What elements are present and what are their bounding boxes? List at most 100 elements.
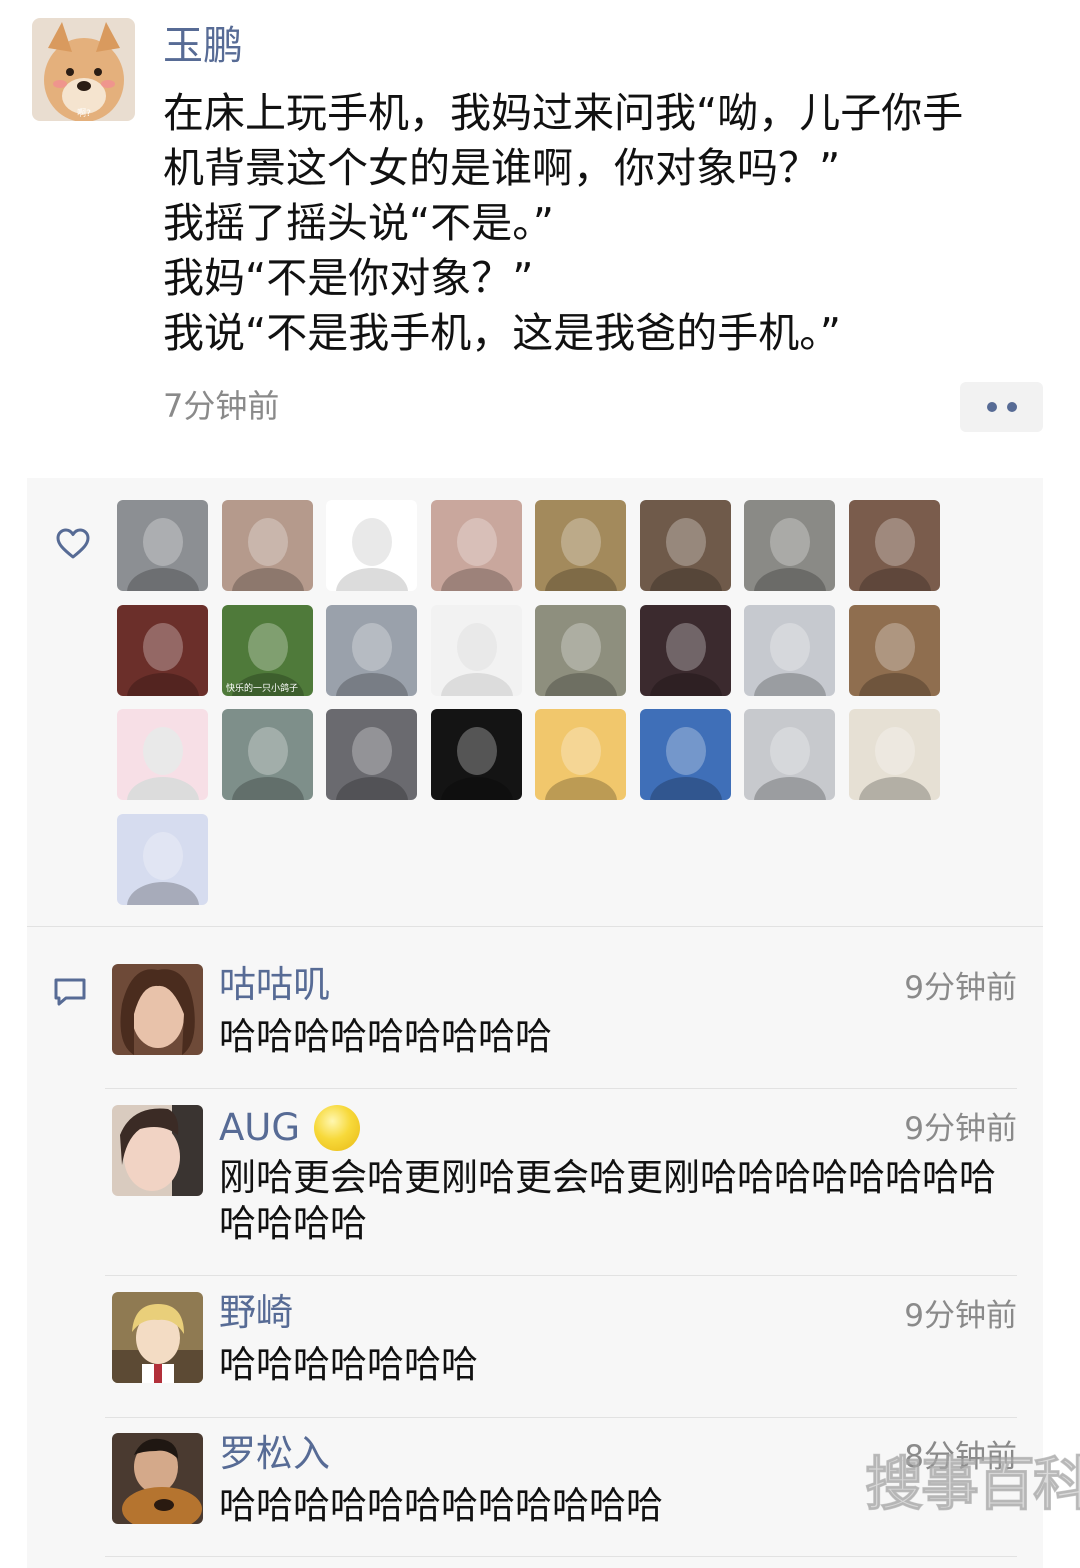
- post-author-name[interactable]: 玉鹏: [163, 22, 243, 70]
- avatar-image: [221, 709, 313, 800]
- post-line: 我妈“不是你对象？”: [163, 254, 534, 302]
- avatar-image: [430, 500, 522, 591]
- comment-time: 9分钟前: [904, 1298, 1017, 1334]
- like-avatar-2[interactable]: [221, 500, 313, 591]
- comment-item[interactable]: 咕咕叽 9分钟前 哈哈哈哈哈哈哈哈哈: [112, 964, 1017, 1074]
- dog-avatar-image: 啊?: [32, 18, 135, 121]
- commenter-name[interactable]: 咕咕叽: [219, 964, 330, 1006]
- more-actions-button[interactable]: [960, 382, 1043, 432]
- comment-separator: [105, 1417, 1017, 1418]
- like-avatar-16[interactable]: [848, 604, 940, 696]
- comment-item[interactable]: 野崎 9分钟前 哈哈哈哈哈哈哈: [112, 1292, 1017, 1402]
- like-avatar-14[interactable]: [639, 604, 731, 696]
- like-avatar-25[interactable]: [117, 813, 208, 905]
- commenter-avatar[interactable]: [112, 1105, 203, 1196]
- comment-time: 9分钟前: [904, 970, 1017, 1006]
- avatar-image: [535, 500, 626, 591]
- sun-emoji-icon: [314, 1105, 361, 1151]
- avatar-image: [112, 1433, 203, 1524]
- commenter-name[interactable]: 罗松入: [219, 1433, 330, 1475]
- like-avatar-1[interactable]: [117, 500, 208, 591]
- avatar-image: [117, 604, 208, 696]
- ellipsis-icon: [986, 402, 997, 412]
- site-watermark: 搜事百科: [864, 1450, 1080, 1518]
- avatar-image: [639, 604, 731, 696]
- separator-line: [105, 1275, 1017, 1276]
- comment-text: 哈哈哈哈哈哈哈哈哈: [219, 1015, 552, 1058]
- like-avatar-13[interactable]: [535, 604, 626, 696]
- separator-line: [105, 1556, 1017, 1557]
- interaction-panel: 快乐的一只小鸽子 咕咕叽 9分钟前 哈哈哈哈哈哈哈哈哈 AUG 9分钟前 刚哈更…: [27, 478, 1043, 1568]
- avatar-image: [848, 500, 940, 591]
- likes-comments-divider: [27, 926, 1043, 927]
- like-avatar-23[interactable]: [744, 709, 835, 800]
- comment-separator: [105, 1088, 1017, 1089]
- avatar-image: [744, 500, 835, 591]
- avatar-image: [112, 964, 203, 1055]
- post-author-avatar[interactable]: 啊?: [32, 18, 135, 121]
- like-avatar-12[interactable]: [430, 604, 522, 696]
- avatar-image: 快乐的一只小鸽子: [221, 604, 313, 696]
- avatar-image: [535, 604, 626, 696]
- likes-avatar-grid: 快乐的一只小鸽子: [117, 500, 957, 905]
- like-avatar-8[interactable]: [848, 500, 940, 591]
- commenter-name-text: 野崎: [219, 1291, 293, 1334]
- post-timestamp: 7分钟前: [163, 387, 280, 425]
- avatar-image: [430, 604, 522, 696]
- avatar-image: [639, 709, 731, 800]
- like-avatar-10[interactable]: 快乐的一只小鸽子: [221, 604, 313, 696]
- like-avatar-11[interactable]: [326, 604, 417, 696]
- like-avatar-7[interactable]: [744, 500, 835, 591]
- avatar-image: [535, 709, 626, 800]
- like-avatar-15[interactable]: [744, 604, 835, 696]
- like-avatar-4[interactable]: [430, 500, 522, 591]
- post-content: 在床上玩手机，我妈过来问我“呦，儿子你手 机背景这个女的是谁啊，你对象吗？” 我…: [163, 86, 1053, 361]
- avatar-image: [848, 709, 940, 800]
- avatar-image: [117, 500, 208, 591]
- like-avatar-3[interactable]: [326, 500, 417, 591]
- comment-time: 9分钟前: [904, 1111, 1017, 1147]
- post-line: 机背景这个女的是谁啊，你对象吗？”: [163, 144, 841, 192]
- like-avatar-17[interactable]: [117, 709, 208, 800]
- avatar-overlay-text: 快乐的一只小鸽子: [226, 682, 298, 694]
- like-avatar-20[interactable]: [430, 709, 522, 800]
- avatar-image: [112, 1292, 203, 1383]
- commenter-avatar[interactable]: [112, 964, 203, 1055]
- avatar-image: [117, 709, 208, 800]
- like-avatar-19[interactable]: [326, 709, 417, 800]
- like-avatar-22[interactable]: [639, 709, 731, 800]
- separator-line: [105, 1088, 1017, 1089]
- like-avatar-6[interactable]: [639, 500, 731, 591]
- comment-separator: [105, 1556, 1017, 1557]
- commenter-name[interactable]: 野崎: [219, 1292, 293, 1334]
- avatar-caption: 啊?: [77, 108, 91, 119]
- comment-separator: [105, 1275, 1017, 1276]
- avatar-image: [221, 500, 313, 591]
- comment-text: 刚哈更会哈更刚哈更会哈更刚哈哈哈哈哈哈哈哈哈哈哈哈: [219, 1156, 996, 1245]
- like-avatar-21[interactable]: [535, 709, 626, 800]
- commenter-name-text: 咕咕叽: [219, 963, 330, 1006]
- commenter-name-text: 罗松入: [219, 1432, 330, 1475]
- comment-text: 哈哈哈哈哈哈哈: [219, 1343, 478, 1386]
- commenter-avatar[interactable]: [112, 1292, 203, 1383]
- post-line: 我摇了摇头说“不是。”: [163, 199, 554, 247]
- avatar-image: [639, 500, 731, 591]
- avatar-image: [744, 604, 835, 696]
- avatar-image: [326, 604, 417, 696]
- commenter-name-text: AUG: [219, 1106, 301, 1149]
- avatar-image: [430, 709, 522, 800]
- avatar-image: [112, 1105, 203, 1196]
- ellipsis-icon: [1006, 402, 1017, 412]
- post-line: 我说“不是我手机，这是我爸的手机。”: [163, 309, 841, 357]
- commenter-avatar[interactable]: [112, 1433, 203, 1524]
- like-avatar-9[interactable]: [117, 604, 208, 696]
- separator-line: [105, 1417, 1017, 1418]
- comment-item[interactable]: AUG 9分钟前 刚哈更会哈更刚哈更会哈更刚哈哈哈哈哈哈哈哈哈哈哈哈: [112, 1105, 1017, 1265]
- avatar-image: [326, 500, 417, 591]
- heart-icon: [56, 528, 90, 559]
- avatar-image: [744, 709, 835, 800]
- like-avatar-5[interactable]: [535, 500, 626, 591]
- like-avatar-24[interactable]: [848, 709, 940, 800]
- like-avatar-18[interactable]: [221, 709, 313, 800]
- commenter-name[interactable]: AUG: [219, 1105, 361, 1151]
